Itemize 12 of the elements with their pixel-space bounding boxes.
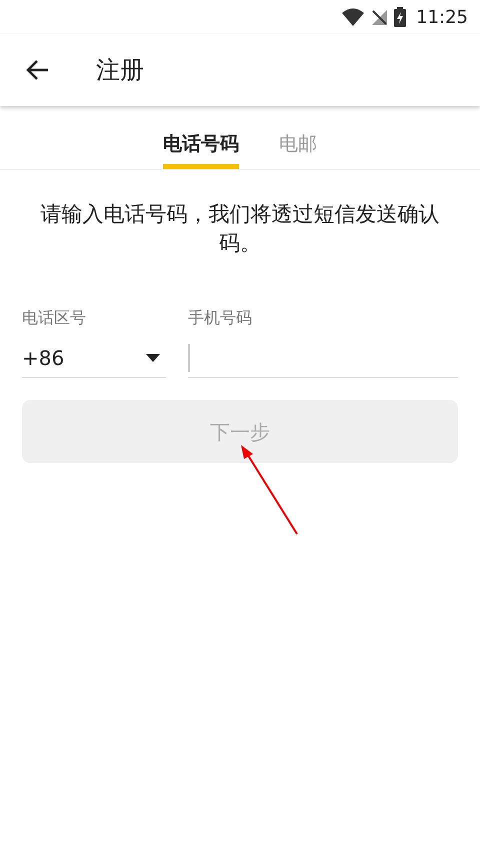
no-signal-icon bbox=[370, 8, 388, 26]
field-label: 手机号码 bbox=[188, 307, 253, 329]
back-arrow-icon bbox=[25, 59, 49, 81]
instruction-text: 请输入电话号码，我们将透过短信发送确认码。 bbox=[40, 201, 440, 257]
wifi-icon bbox=[342, 8, 364, 26]
battery-charging-icon bbox=[394, 7, 406, 27]
country-code-dropdown[interactable]: +86 bbox=[22, 338, 166, 378]
tab[interactable]: 电话号码 bbox=[163, 106, 239, 169]
status-time: 11:25 bbox=[416, 6, 468, 30]
field-label: 电话区号 bbox=[22, 307, 87, 329]
dropdown-caret-icon bbox=[146, 354, 160, 362]
page-title: 注册 bbox=[96, 55, 144, 86]
